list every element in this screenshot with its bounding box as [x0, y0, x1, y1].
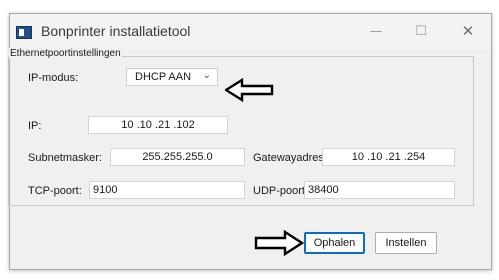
gateway-field[interactable]: 10 .10 .21 .254	[322, 148, 455, 166]
ip-mode-value: DHCP AAN	[135, 71, 192, 83]
title-bar: Bonprinter installatietool — ☐ ✕	[10, 14, 491, 49]
gateway-label: Gatewayadres:	[253, 152, 327, 164]
settings-button[interactable]: Instellen	[375, 232, 437, 254]
udp-port-field[interactable]: 38400	[304, 181, 455, 199]
chevron-down-icon: ⌄	[202, 70, 211, 81]
subnet-mask-field[interactable]: 255.255.255.0	[110, 148, 245, 166]
fetch-button[interactable]: Ophalen	[304, 232, 365, 254]
minimize-button[interactable]: —	[356, 14, 396, 49]
maximize-button[interactable]: ☐	[401, 14, 441, 49]
udp-port-label: UDP-poort:	[253, 185, 309, 197]
ip-label: IP:	[28, 120, 42, 132]
window-title: Bonprinter installatietool	[41, 23, 191, 39]
subnet-label: Subnetmasker:	[28, 152, 102, 164]
ip-mode-label: IP-modus:	[28, 72, 79, 84]
app-window-icon	[16, 26, 32, 39]
tcp-port-label: TCP-poort:	[28, 185, 82, 197]
ip-mode-select[interactable]: DHCP AAN ⌄	[126, 68, 218, 86]
hollow-arrow-icon	[254, 230, 304, 256]
close-button[interactable]: ✕	[448, 14, 488, 49]
ip-field[interactable]: 10 .10 .21 .102	[88, 116, 228, 134]
hollow-arrow-icon	[225, 78, 274, 102]
tcp-port-field[interactable]: 9100	[89, 181, 245, 199]
group-legend: Ethernetpoortinstellingen	[9, 48, 122, 59]
